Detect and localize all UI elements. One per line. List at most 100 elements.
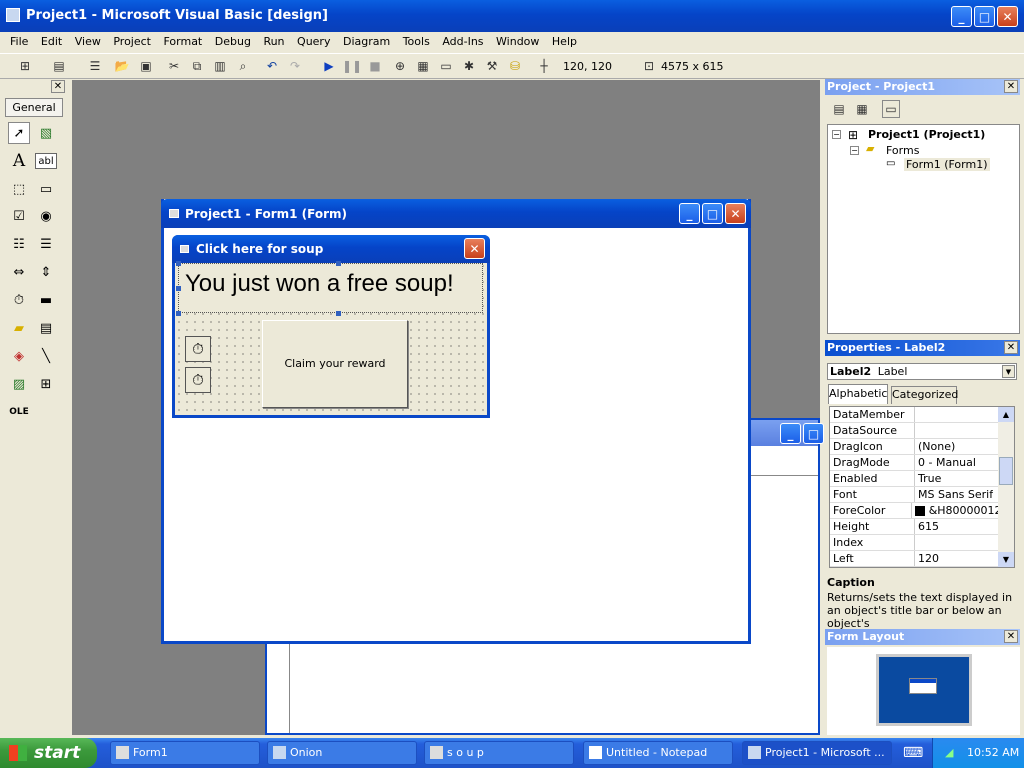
tab-alphabetic[interactable]: Alphabetic [828, 384, 888, 404]
menu-add-ins[interactable]: Add-Ins [442, 35, 483, 48]
frame-tool-icon[interactable]: ⬚ [8, 178, 30, 200]
property-row[interactable]: Enabled True [830, 471, 998, 487]
property-row[interactable]: Index [830, 535, 998, 551]
property-value[interactable]: 120 [915, 551, 939, 566]
project-panel-close-button[interactable]: ✕ [1004, 80, 1018, 93]
taskbar-item-soup[interactable]: s o u p [424, 741, 574, 765]
form-position-preview[interactable] [909, 678, 937, 694]
save-icon[interactable]: ▣ [137, 57, 155, 75]
tree-collapse-toggle[interactable]: − [850, 146, 859, 155]
tree-item-form1[interactable]: Form1 (Form1) [904, 158, 990, 171]
timer-tool-icon[interactable]: ⏱ [8, 289, 30, 311]
chevron-down-icon[interactable]: ▼ [1002, 365, 1015, 378]
property-value[interactable] [915, 423, 918, 438]
property-value[interactable]: &H80000012 [912, 503, 998, 518]
selection-handle[interactable] [176, 261, 181, 266]
start-button[interactable]: start [0, 738, 97, 768]
menu-format[interactable]: Format [163, 35, 202, 48]
pointer-icon[interactable]: ➚ [8, 122, 30, 144]
selection-handle[interactable] [176, 311, 181, 316]
data-view-icon[interactable]: ⛁ [506, 57, 524, 75]
design-form-close-button[interactable]: ✕ [464, 238, 485, 259]
label2-control[interactable]: You just won a free soup! [176, 261, 483, 316]
menu-debug[interactable]: Debug [215, 35, 251, 48]
dirlistbox-tool-icon[interactable]: ▰ [8, 317, 30, 339]
image-tool-icon[interactable]: ▨ [8, 373, 30, 395]
add-project-icon[interactable]: ⊞ [16, 57, 34, 75]
menu-edit[interactable]: Edit [41, 35, 62, 48]
code-minimize-button[interactable]: _ [780, 423, 801, 444]
timer1-control-icon[interactable]: ⏱ [185, 336, 211, 362]
project-explorer-icon[interactable]: ⊕ [391, 57, 409, 75]
toolbox-general-tab[interactable]: General [5, 98, 63, 117]
timer2-control-icon[interactable]: ⏱ [185, 367, 211, 393]
minimize-button[interactable]: _ [951, 6, 972, 27]
copy-icon[interactable]: ⧉ [188, 57, 206, 75]
redo-icon[interactable]: ↷ [286, 57, 304, 75]
hscrollbar-tool-icon[interactable]: ⇔ [8, 261, 30, 283]
textbox-tool-icon[interactable]: abl [35, 153, 57, 169]
toggle-folders-icon[interactable]: ▭ [882, 100, 900, 118]
cut-icon[interactable]: ✂ [165, 57, 183, 75]
form-minimize-button[interactable]: _ [679, 203, 700, 224]
form-layout-icon[interactable]: ▭ [437, 57, 455, 75]
property-row[interactable]: Height 615 [830, 519, 998, 535]
menu-editor-icon[interactable]: ☰ [86, 57, 104, 75]
property-row[interactable]: DragIcon (None) [830, 439, 998, 455]
code-maximize-button[interactable]: □ [803, 423, 824, 444]
open-icon[interactable]: 📂 [113, 57, 131, 75]
form-layout-close-button[interactable]: ✕ [1004, 630, 1018, 643]
selection-handle[interactable] [336, 311, 341, 316]
claim-reward-button[interactable]: Claim your reward [262, 320, 408, 408]
property-value[interactable] [915, 407, 918, 422]
taskbar-item-vb[interactable]: Project1 - Microsoft ... [742, 741, 892, 765]
keyboard-icon[interactable]: ⌨ [903, 745, 923, 761]
menu-window[interactable]: Window [496, 35, 539, 48]
design-form[interactable]: Click here for soup ✕ You just won a fre… [172, 235, 490, 418]
menu-view[interactable]: View [75, 35, 101, 48]
selection-handle[interactable] [336, 261, 341, 266]
property-row[interactable]: DataSource [830, 423, 998, 439]
label-tool-icon[interactable]: A [8, 150, 30, 172]
stop-icon[interactable]: ■ [366, 57, 384, 75]
checkbox-tool-icon[interactable]: ☑ [8, 205, 30, 227]
data-tool-icon[interactable]: ⊞ [35, 373, 57, 395]
find-icon[interactable]: ⌕ [234, 57, 252, 75]
property-row[interactable]: ForeColor &H80000012 [830, 503, 998, 519]
menu-file[interactable]: File [10, 35, 28, 48]
property-row[interactable]: DragMode 0 - Manual [830, 455, 998, 471]
drivelistbox-tool-icon[interactable]: ▬ [35, 289, 57, 311]
form-maximize-button[interactable]: □ [702, 203, 723, 224]
vb-app-icon[interactable] [6, 8, 20, 22]
object-selector[interactable]: Label2 Label ▼ [827, 363, 1017, 380]
picturebox-icon[interactable]: ▧ [35, 122, 57, 144]
property-row[interactable]: Font MS Sans Serif [830, 487, 998, 503]
shape-tool-icon[interactable]: ◈ [8, 345, 30, 367]
menu-run[interactable]: Run [263, 35, 284, 48]
menu-tools[interactable]: Tools [403, 35, 430, 48]
tab-categorized[interactable]: Categorized [891, 386, 958, 404]
taskbar-item-form1[interactable]: Form1 [110, 741, 260, 765]
close-button[interactable]: ✕ [997, 6, 1018, 27]
menu-project[interactable]: Project [113, 35, 151, 48]
vscrollbar-tool-icon[interactable]: ⇕ [35, 261, 57, 283]
property-value[interactable]: 0 - Manual [915, 455, 976, 470]
form-close-button[interactable]: ✕ [725, 203, 746, 224]
toolbox-close-button[interactable]: ✕ [51, 80, 65, 93]
property-value[interactable]: True [915, 471, 941, 486]
taskbar-item-onion[interactable]: Onion [267, 741, 417, 765]
pause-icon[interactable]: ❚❚ [342, 57, 362, 75]
view-object-icon[interactable]: ▦ [853, 100, 871, 118]
commandbutton-tool-icon[interactable]: ▭ [35, 178, 57, 200]
tree-collapse-toggle[interactable]: − [832, 130, 841, 139]
property-value[interactable]: (None) [915, 439, 955, 454]
selection-handle[interactable] [176, 286, 181, 291]
run-icon[interactable]: ▶ [320, 57, 338, 75]
toolbox-icon[interactable]: ⚒ [483, 57, 501, 75]
network-icon[interactable]: ◢ [945, 746, 953, 759]
filelistbox-tool-icon[interactable]: ▤ [35, 317, 57, 339]
property-value[interactable]: MS Sans Serif [915, 487, 993, 502]
ole-tool-icon[interactable]: OLE [8, 401, 30, 423]
view-code-icon[interactable]: ▤ [830, 100, 848, 118]
paste-icon[interactable]: ▥ [211, 57, 229, 75]
